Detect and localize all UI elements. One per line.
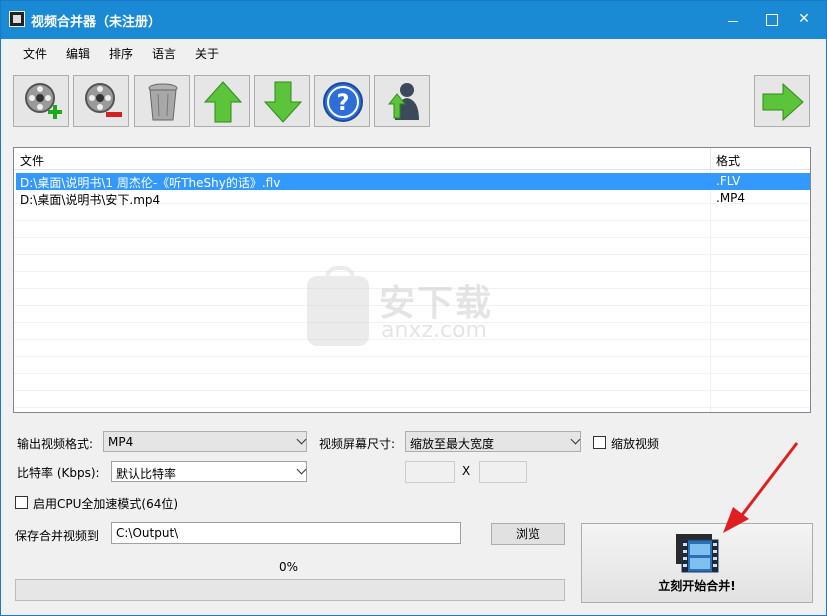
table-row[interactable]: D:\桌面\说明书\1 周杰伦-《听TheShy的话》.flv .FLV	[16, 173, 810, 190]
move-up-button[interactable]	[194, 75, 250, 127]
menu-about[interactable]: 关于	[195, 45, 219, 62]
upgrade-button[interactable]	[374, 75, 430, 127]
list-header: 文件 格式	[14, 148, 810, 170]
watermark-sub: anxz.com	[381, 318, 487, 343]
menu-bar: 文件 编辑 排序 语言 关于	[1, 39, 826, 65]
start-merge-label: 立刻开始合并!	[658, 579, 736, 593]
output-format-select[interactable]: MP4	[103, 431, 307, 452]
width-input[interactable]	[405, 461, 455, 483]
toolbar: ?	[1, 67, 826, 133]
cpu-accel-label: 启用CPU全加速模式(64位)	[33, 497, 179, 511]
bitrate-value: 默认比特率	[116, 467, 177, 481]
help-icon: ?	[323, 82, 363, 122]
move-up-icon	[203, 81, 243, 123]
title-bar: 视频合并器（未注册） ✕	[1, 1, 826, 39]
save-path-value: C:\Output\	[116, 526, 179, 540]
file-format: .FLV	[716, 174, 741, 188]
cpu-accel-checkbox[interactable]	[15, 496, 28, 509]
file-list[interactable]: 文件 格式 D:\桌面\说明书\1 周杰伦-《听TheShy的话》.flv .F…	[13, 147, 811, 413]
add-video-button[interactable]	[13, 75, 69, 127]
upgrade-icon	[387, 83, 419, 120]
menu-file[interactable]: 文件	[23, 45, 47, 62]
menu-language[interactable]: 语言	[152, 45, 176, 62]
height-input[interactable]	[479, 461, 527, 483]
save-path-input[interactable]: C:\Output\	[111, 522, 461, 544]
app-window: 视频合并器（未注册） ✕ 文件 编辑 排序 语言 关于 ? 文件 格式 D:\桌…	[0, 0, 827, 616]
svg-text:?: ?	[337, 91, 350, 116]
menu-edit[interactable]: 编辑	[66, 45, 90, 62]
file-path: D:\桌面\说明书\1 周杰伦-《听TheShy的话》.flv	[20, 176, 281, 190]
watermark: 安下载 anxz.com	[307, 266, 537, 356]
maximize-button[interactable]	[756, 5, 786, 33]
scale-video-label: 缩放视频	[611, 437, 660, 451]
bitrate-label: 比特率 (Kbps):	[17, 466, 100, 480]
watermark-bag-icon	[307, 266, 369, 346]
screen-size-select[interactable]: 缩放至最大宽度	[405, 431, 581, 452]
bitrate-select[interactable]: 默认比特率	[111, 461, 307, 482]
screen-size-value: 缩放至最大宽度	[410, 437, 495, 451]
remove-video-icon	[85, 83, 122, 117]
scale-video-checkbox[interactable]	[593, 436, 606, 449]
column-header-file[interactable]: 文件	[20, 152, 44, 169]
move-down-button[interactable]	[254, 75, 310, 127]
browse-button[interactable]: 浏览	[491, 523, 565, 545]
column-header-format[interactable]: 格式	[716, 152, 740, 169]
dimension-separator: X	[462, 464, 471, 478]
next-button[interactable]	[754, 75, 810, 127]
window-title: 视频合并器（未注册）	[31, 15, 162, 30]
add-video-icon	[25, 83, 62, 119]
next-icon	[762, 82, 804, 122]
trash-icon	[148, 83, 178, 121]
progress-text: 0%	[279, 560, 299, 574]
menu-sort[interactable]: 排序	[109, 45, 133, 62]
file-path: D:\桌面\说明书\安下.mp4	[20, 193, 161, 207]
app-icon	[9, 11, 25, 27]
help-button[interactable]: ?	[314, 75, 370, 127]
save-path-label: 保存合并视频到	[15, 529, 100, 543]
remove-video-button[interactable]	[73, 75, 129, 127]
table-row[interactable]: D:\桌面\说明书\安下.mp4 .MP4	[16, 190, 810, 207]
file-format: .MP4	[716, 191, 746, 205]
clear-list-button[interactable]	[134, 75, 190, 127]
move-down-icon	[263, 81, 303, 123]
close-button[interactable]: ✕	[786, 5, 822, 33]
annotation-arrow-icon	[723, 442, 799, 533]
minimize-button[interactable]	[718, 5, 748, 33]
output-format-label: 输出视频格式:	[17, 437, 94, 451]
screen-size-label: 视频屏幕尺寸:	[319, 437, 396, 451]
progress-bar	[15, 579, 565, 601]
output-format-value: MP4	[108, 435, 134, 449]
